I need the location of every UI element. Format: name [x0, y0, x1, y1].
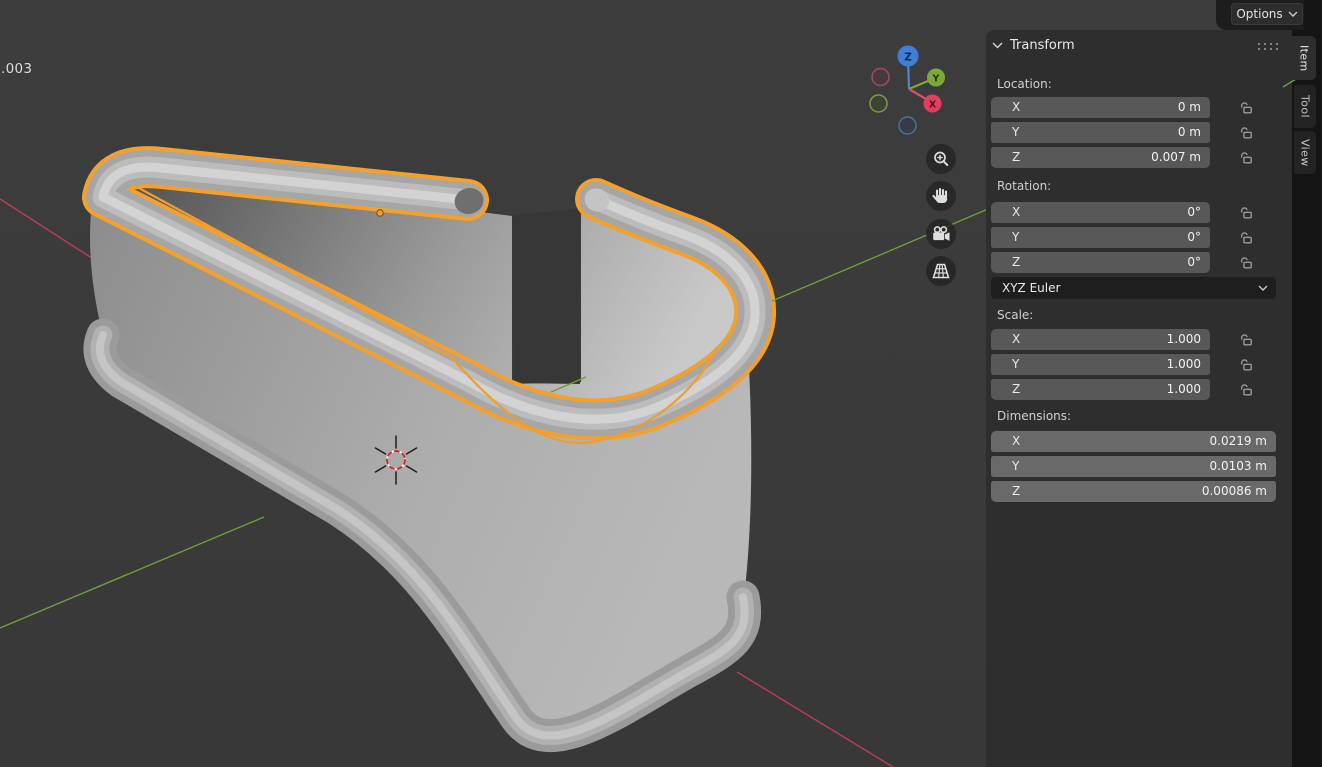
slot-gap: [512, 209, 580, 384]
axis-label: Z: [1012, 484, 1020, 498]
camera-view-icon: [929, 222, 953, 246]
svg-text:Y: Y: [932, 74, 940, 85]
axis-value: 0 m: [1178, 100, 1201, 114]
tab-item[interactable]: Item: [1292, 36, 1316, 80]
panel-drag-grip-icon[interactable]: [1257, 41, 1279, 52]
axis-lines-front: [737, 209, 988, 767]
gizmo-axis-minus-z-ball[interactable]: [899, 117, 916, 134]
header-corner: [1304, 0, 1322, 30]
location-z-field[interactable]: Z 0.007 m: [991, 147, 1210, 168]
axis-label: Y: [1012, 357, 1019, 371]
axis-label: Z: [1012, 255, 1020, 269]
pan-hand-icon: [929, 184, 953, 208]
gizmo-axis-z-ball[interactable]: Z: [898, 46, 919, 67]
active-object-label: .003: [1, 61, 32, 77]
scale-section-label: Scale:: [997, 308, 1033, 322]
axis-value: 1.000: [1167, 382, 1201, 396]
axis-value: 1.000: [1167, 332, 1201, 346]
zoom-icon: [929, 147, 953, 171]
camera-view-button[interactable]: [926, 219, 956, 249]
rotation-section-label: Rotation:: [997, 179, 1051, 193]
location-section-label: Location:: [997, 77, 1052, 91]
lock-scale-z-icon[interactable]: [1239, 382, 1254, 397]
svg-text:Z: Z: [904, 52, 912, 64]
axis-label: Y: [1012, 230, 1019, 244]
dimensions-z-field[interactable]: Z 0.00086 m: [991, 481, 1276, 502]
rotation-x-field[interactable]: X 0°: [991, 202, 1210, 223]
dimensions-section-label: Dimensions:: [997, 409, 1071, 423]
axis-value: 0°: [1187, 255, 1201, 269]
lock-scale-y-icon[interactable]: [1239, 357, 1254, 372]
rotation-mode-dropdown[interactable]: XYZ Euler: [991, 277, 1276, 299]
tab-view-label: View: [1299, 139, 1312, 167]
chevron-down-icon: [1258, 285, 1268, 291]
location-y-field[interactable]: Y 0 m: [991, 122, 1210, 143]
tab-tool-label: Tool: [1299, 95, 1312, 118]
lock-location-y-icon[interactable]: [1239, 125, 1254, 140]
chevron-down-icon: [992, 42, 1003, 49]
axis-label: X: [1012, 205, 1020, 219]
lock-rotation-x-icon[interactable]: [1239, 205, 1254, 220]
lock-rotation-z-icon[interactable]: [1239, 255, 1254, 270]
scale-x-field[interactable]: X 1.000: [991, 329, 1210, 350]
axis-value: 1.000: [1167, 357, 1201, 371]
axis-label: X: [1012, 100, 1020, 114]
view-navigation-gizmo[interactable]: Z Y X: [855, 35, 965, 145]
chevron-down-icon: [1288, 11, 1298, 17]
dimensions-x-field[interactable]: X 0.0219 m: [991, 431, 1276, 452]
axis-label: Y: [1012, 459, 1019, 473]
rotation-mode-value: XYZ Euler: [1002, 281, 1060, 295]
axis-value: 0.0103 m: [1210, 459, 1268, 473]
blender-window: .003 Z Y X: [0, 0, 1322, 767]
perspective-grid-icon: [929, 259, 953, 283]
scale-z-field[interactable]: Z 1.000: [991, 379, 1210, 400]
gizmo-axis-minus-x-ball[interactable]: [872, 69, 889, 86]
axis-value: 0°: [1187, 230, 1201, 244]
scale-y-field[interactable]: Y 1.000: [991, 354, 1210, 375]
axis-label: X: [1012, 434, 1020, 448]
pan-button[interactable]: [926, 181, 956, 211]
panel-title: Transform: [1010, 38, 1075, 53]
axis-label: Z: [1012, 150, 1020, 164]
axis-label: Z: [1012, 382, 1020, 396]
rotation-y-field[interactable]: Y 0°: [991, 227, 1210, 248]
zoom-button[interactable]: [926, 144, 956, 174]
options-dropdown[interactable]: Options: [1231, 3, 1303, 25]
lock-rotation-y-icon[interactable]: [1239, 230, 1254, 245]
tab-view[interactable]: View: [1294, 131, 1316, 174]
svg-text:X: X: [929, 100, 937, 111]
dimensions-y-field[interactable]: Y 0.0103 m: [991, 456, 1276, 477]
lock-scale-x-icon[interactable]: [1239, 332, 1254, 347]
tab-item-label: Item: [1298, 45, 1311, 72]
gizmo-axis-minus-y-ball[interactable]: [870, 95, 887, 112]
axis-label: X: [1012, 332, 1020, 346]
object-origin-dot: [377, 210, 383, 216]
gizmo-axis-y-ball[interactable]: Y: [927, 69, 945, 87]
transform-panel-header[interactable]: Transform: [992, 38, 1075, 53]
rotation-z-field[interactable]: Z 0°: [991, 252, 1210, 273]
axis-value: 0.0219 m: [1210, 434, 1268, 448]
lock-location-z-icon[interactable]: [1239, 150, 1254, 165]
axis-value: 0.007 m: [1151, 150, 1201, 164]
perspective-toggle-button[interactable]: [926, 256, 956, 286]
axis-value: 0.00086 m: [1202, 484, 1267, 498]
axis-value: 0°: [1187, 205, 1201, 219]
lock-location-x-icon[interactable]: [1239, 100, 1254, 115]
tab-tool[interactable]: Tool: [1294, 85, 1316, 128]
location-x-field[interactable]: X 0 m: [991, 97, 1210, 118]
axis-value: 0 m: [1178, 125, 1201, 139]
options-label: Options: [1236, 7, 1282, 21]
gizmo-axis-x-ball[interactable]: X: [924, 95, 942, 113]
axis-label: Y: [1012, 125, 1019, 139]
